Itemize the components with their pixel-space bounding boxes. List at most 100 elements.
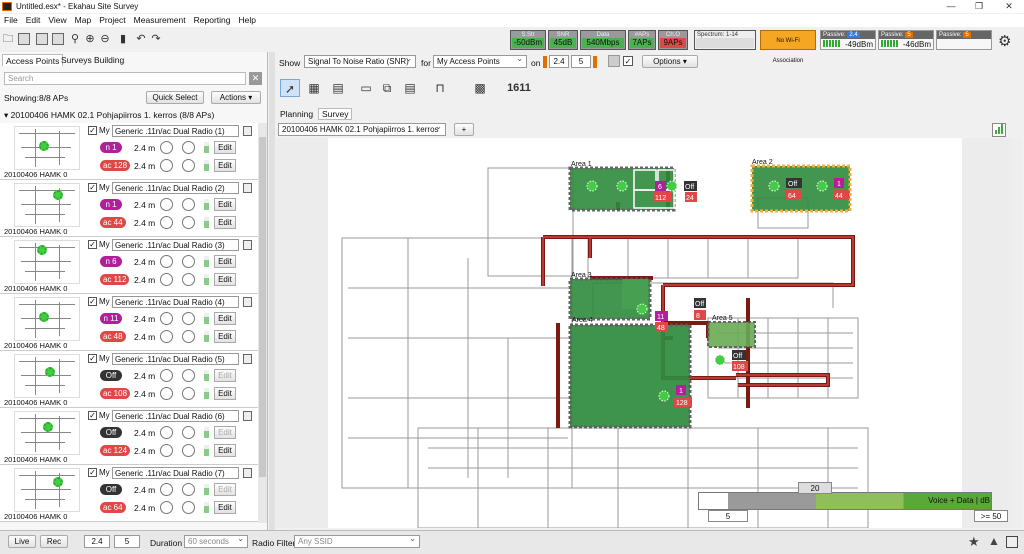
radio-1-edit-button[interactable]: Edit (214, 141, 236, 154)
antenna-direction-icon[interactable] (182, 444, 195, 457)
antenna-pattern-icon[interactable] (160, 369, 173, 382)
status-band-5[interactable]: 5 (114, 535, 140, 548)
antenna-direction-icon[interactable] (182, 330, 195, 343)
ap-visible-checkbox[interactable]: ✓ (88, 411, 97, 420)
select-pointer-icon[interactable]: ➚ (280, 79, 300, 97)
radio-1-edit-button[interactable]: Edit (214, 369, 236, 382)
gear-icon[interactable]: ⚙ (998, 32, 1011, 50)
antenna-direction-icon[interactable] (182, 255, 195, 268)
ap-group-header[interactable]: ▾ 20100406 HAMK 02.1 Pohjapiirros 1. ker… (4, 110, 214, 121)
ap-details-icon[interactable] (243, 183, 252, 193)
ap-thumbnail[interactable] (14, 411, 80, 455)
radio-2-channel-badge[interactable]: ac 48 (100, 331, 126, 342)
survey-grid-icon[interactable]: ▩ (470, 79, 490, 97)
metric-snr[interactable]: SNR 45dB (548, 30, 578, 50)
ap-details-icon[interactable] (243, 297, 252, 307)
wall-type-icon[interactable]: ▤ (328, 79, 348, 97)
map-scrollbar[interactable] (1012, 138, 1022, 528)
antenna-direction-icon[interactable] (182, 216, 195, 229)
radio-1-channel-badge[interactable]: n 1 (100, 199, 122, 210)
tab-planning[interactable]: Planning (280, 109, 313, 119)
radio-2-edit-button[interactable]: Edit (214, 387, 236, 400)
tab-access-points[interactable]: Access Points (2, 54, 64, 66)
radio-2-channel-badge[interactable]: ac 112 (100, 274, 130, 285)
radio-2-channel-badge[interactable]: ac 44 (100, 217, 126, 228)
overlay-checkbox[interactable]: ✓ (623, 56, 633, 66)
ap-details-icon[interactable] (243, 354, 252, 364)
metric-signal-strength[interactable]: S.Str -50dBm (510, 30, 546, 50)
options-button[interactable]: Options ▾ (642, 55, 698, 68)
ap-marker[interactable] (666, 180, 678, 192)
ap-details-icon[interactable] (243, 411, 252, 421)
ap-visible-checkbox[interactable]: ✓ (88, 297, 97, 306)
radio-1-channel-badge[interactable]: n 11 (100, 313, 122, 324)
ap-list-item[interactable]: 20100406 HAMK 0 ✓ My Generic .11n/ac Dual R… (0, 465, 258, 522)
list-scrollbar[interactable] (258, 123, 267, 523)
antenna-pattern-icon[interactable] (160, 426, 173, 439)
copy-ap-icon[interactable]: ⧉ (377, 79, 397, 97)
antenna-direction-icon[interactable] (182, 198, 195, 211)
antenna-direction-icon[interactable] (182, 312, 195, 325)
radio-2-edit-button[interactable]: Edit (214, 501, 236, 514)
radio-1-channel-badge[interactable]: Off (100, 370, 122, 381)
ap-marker[interactable] (658, 390, 670, 402)
save-icon[interactable] (18, 33, 30, 45)
tab-surveys[interactable]: Surveys (58, 54, 95, 66)
antenna-pattern-icon[interactable] (160, 255, 173, 268)
ap-visible-checkbox[interactable]: ✓ (88, 240, 97, 249)
antenna-pattern-icon[interactable] (160, 387, 173, 400)
radio-2-channel-badge[interactable]: ac 128 (100, 160, 131, 171)
radio-1-channel-badge[interactable]: n 1 (100, 142, 122, 153)
ap-model-field[interactable]: Generic .11n/ac Dual Radio (3) (112, 239, 239, 251)
ap-model-field[interactable]: Generic .11n/ac Dual Radio (4) (112, 296, 239, 308)
zoom-area-icon[interactable]: ⚲ (68, 33, 82, 45)
minimize-icon[interactable]: — (944, 0, 958, 13)
radio-1-edit-button[interactable]: Edit (214, 312, 236, 325)
menu-project[interactable]: Project (99, 14, 125, 27)
ap-thumbnail[interactable] (14, 240, 80, 284)
antenna-pattern-icon[interactable] (160, 141, 173, 154)
map-select[interactable]: 20100406 HAMK 02.1 Pohjapiirros 1. kerro… (278, 123, 446, 136)
wall-tool-icon[interactable]: ▦ (304, 79, 324, 97)
ap-visible-checkbox[interactable]: ✓ (88, 126, 97, 135)
antenna-pattern-icon[interactable] (160, 216, 173, 229)
menu-view[interactable]: View (48, 14, 66, 27)
tab-building[interactable]: Building (91, 54, 127, 66)
refresh-icon[interactable] (608, 55, 620, 67)
menu-measurement[interactable]: Measurement (134, 14, 186, 27)
ap-model-field[interactable]: Generic .11n/ac Dual Radio (5) (112, 353, 239, 365)
close-icon[interactable]: ✕ (1002, 0, 1016, 13)
legend-max-value[interactable]: >= 50 (974, 510, 1008, 522)
rec-button[interactable]: Rec (40, 535, 68, 548)
duration-select[interactable]: 60 seconds (184, 535, 248, 548)
bar-chart-icon[interactable]: ▮ (116, 33, 130, 45)
antenna-direction-icon[interactable] (182, 159, 195, 172)
ap-model-field[interactable]: Generic .11n/ac Dual Radio (1) (112, 125, 239, 137)
radio-1-edit-button[interactable]: Edit (214, 255, 236, 268)
ap-marker[interactable] (636, 303, 648, 315)
zoom-in-icon[interactable]: ⊕ (83, 33, 97, 45)
ap-marker[interactable] (768, 180, 780, 192)
passive-5-widget[interactable]: Passive: 5 -46dBm (878, 30, 934, 50)
antenna-direction-icon[interactable] (182, 369, 195, 382)
ap-details-icon[interactable] (243, 240, 252, 250)
restore-icon[interactable]: ❐ (972, 0, 986, 13)
open-folder-icon[interactable]: 🗀 (1, 33, 15, 45)
ap-model-field[interactable]: Generic .11n/ac Dual Radio (6) (112, 410, 239, 422)
ap-tool-icon[interactable]: ▭ (356, 79, 376, 97)
undo-icon[interactable]: ↶ (134, 33, 148, 45)
radio-filter-select[interactable]: Any SSID (294, 535, 420, 548)
radio-2-edit-button[interactable]: Edit (214, 273, 236, 286)
status-band-24[interactable]: 2.4 (84, 535, 110, 548)
radio-1-edit-button[interactable]: Edit (214, 198, 236, 211)
radio-1-channel-badge[interactable]: n 6 (100, 256, 122, 267)
no-wifi-association-badge[interactable]: No Wi-Fi Association (760, 30, 816, 64)
antenna-pattern-icon[interactable] (160, 483, 173, 496)
ap-visible-checkbox[interactable]: ✓ (88, 183, 97, 192)
ap-thumbnail[interactable] (14, 297, 80, 341)
quick-select-button[interactable]: Quick Select (146, 91, 204, 104)
search-input[interactable]: Search (4, 72, 246, 85)
antenna-direction-icon[interactable] (182, 387, 195, 400)
menu-help[interactable]: Help (238, 14, 255, 27)
legend-top-value[interactable]: 20 (798, 482, 832, 494)
